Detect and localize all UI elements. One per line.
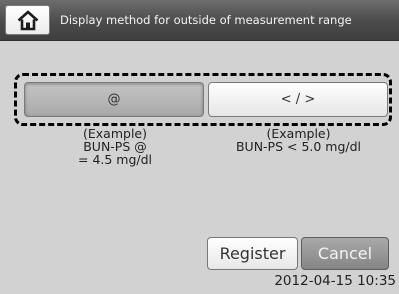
example-lt-line1: BUN-PS < 5.0 mg/dl [235,139,362,154]
datetime-display: 2012-04-15 10:35 [274,273,396,289]
page-title: Display method for outside of measuremen… [60,13,352,27]
example-less-greater: (Example) BUN-PS < 5.0 mg/dl [213,127,384,153]
option-at-button[interactable]: @ [24,82,204,117]
header-bar: Display method for outside of measuremen… [0,0,399,41]
example-at: (Example) BUN-PS @ = 4.5 mg/dl [78,127,152,166]
cancel-button[interactable]: Cancel [301,237,389,270]
example-at-line2: = 4.5 mg/dl [78,152,153,167]
option-less-greater-button[interactable]: < / > [208,82,388,117]
register-button[interactable]: Register [207,237,298,270]
home-button[interactable] [5,5,50,35]
home-icon [17,10,39,31]
